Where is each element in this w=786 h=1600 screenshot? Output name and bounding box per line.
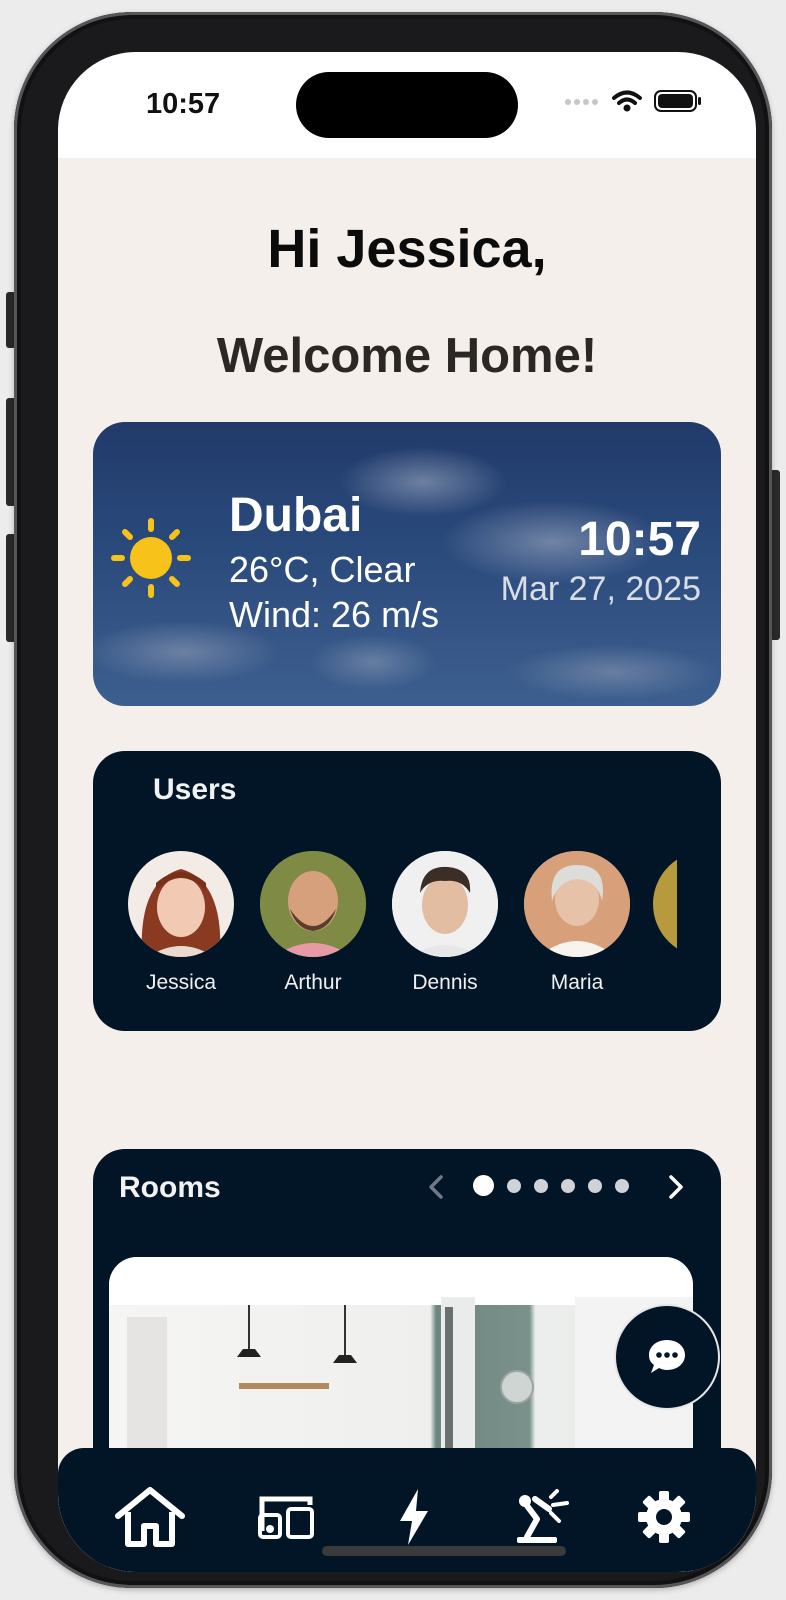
energy-icon (400, 1489, 428, 1545)
user-jessica[interactable]: Jessica (125, 851, 237, 995)
page-dot[interactable] (561, 1178, 575, 1193)
settings-icon (638, 1491, 690, 1543)
wifi-icon (612, 90, 642, 112)
weather-card[interactable]: Dubai 26°C, Clear Wind: 26 m/s 10:57 Mar… (93, 422, 721, 706)
sun-icon (111, 518, 191, 598)
users-title: Users (153, 773, 237, 806)
page-dot[interactable] (534, 1178, 548, 1193)
user-name: Dennis (412, 971, 478, 994)
phone-frame: 10:57 Hi Jessica, Welcome Home! Dubai 26… (14, 12, 772, 1588)
nav-home[interactable] (110, 1482, 190, 1552)
weather-time: 10:57 (578, 513, 701, 566)
status-icons (564, 90, 702, 112)
page-dot[interactable] (473, 1175, 494, 1196)
nav-settings[interactable] (624, 1482, 704, 1552)
user-name: Maria (550, 971, 604, 994)
greeting-subtitle: Welcome Home! (216, 329, 598, 383)
user-name: Arthur (284, 971, 342, 994)
avatar (392, 851, 498, 957)
avatar (524, 851, 630, 957)
status-time: 10:57 (146, 88, 221, 120)
avatar (653, 851, 677, 957)
page-dot[interactable] (588, 1178, 602, 1193)
weather-wind: Wind: 26 m/s (229, 594, 440, 635)
weather-condition: 26°C, Clear (229, 549, 416, 590)
user-dennis[interactable]: Dennis (389, 851, 501, 995)
screen: 10:57 Hi Jessica, Welcome Home! Dubai 26… (58, 52, 756, 1572)
user-name: Jessica (145, 971, 217, 994)
avatar (260, 851, 366, 957)
page-dot[interactable] (507, 1178, 521, 1193)
rooms-title: Rooms (119, 1171, 221, 1204)
home-icon (115, 1487, 185, 1547)
rooms-pagination[interactable] (473, 1175, 629, 1196)
chat-bubble-icon (649, 1340, 685, 1373)
nav-devices[interactable] (246, 1482, 326, 1552)
chat-button[interactable] (614, 1304, 720, 1410)
user-maria[interactable]: Maria (521, 851, 633, 995)
home-indicator (322, 1546, 566, 1556)
users-card: Users Jessica Arthur Dennis Maria (93, 751, 721, 1031)
cellular-signal-icon (565, 99, 598, 105)
greeting-title: Hi Jessica, (267, 219, 547, 279)
avatar (128, 851, 234, 957)
devices-icon (258, 1496, 314, 1539)
dynamic-island (296, 72, 518, 138)
user-arthur[interactable]: Arthur (257, 851, 369, 995)
user-partial[interactable] (653, 851, 677, 957)
chevron-left-icon[interactable] (427, 1175, 447, 1199)
nav-automation[interactable] (502, 1482, 582, 1552)
nav-energy[interactable] (374, 1482, 454, 1552)
page-dot[interactable] (615, 1178, 629, 1193)
weather-city: Dubai (229, 489, 363, 542)
automation-icon (517, 1489, 569, 1543)
home-content: Hi Jessica, Welcome Home! Dubai 26°C, Cl… (58, 158, 756, 1572)
chevron-right-icon[interactable] (665, 1175, 685, 1199)
weather-date: Mar 27, 2025 (500, 570, 701, 608)
battery-icon (654, 90, 701, 112)
